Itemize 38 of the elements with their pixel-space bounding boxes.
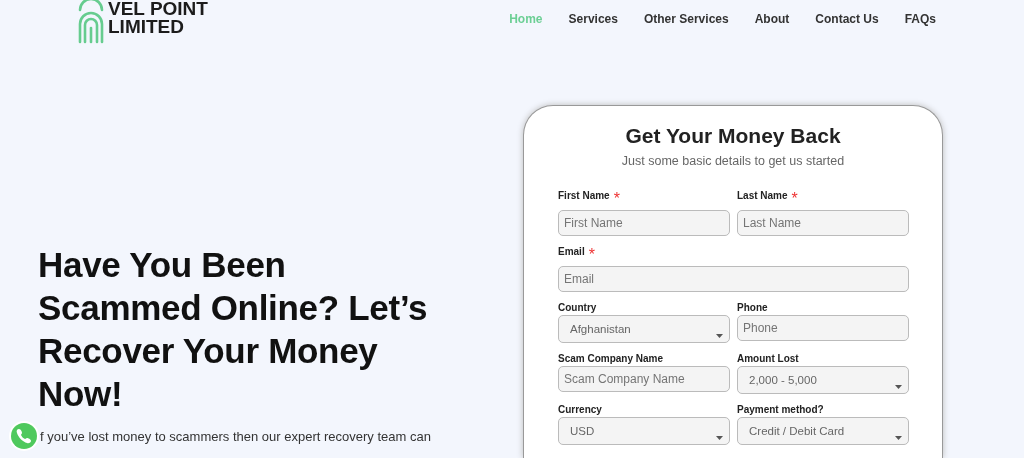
logo-text: VEL POINT — [108, 0, 208, 18]
field-label: Amount Lost — [737, 353, 800, 364]
form-subtitle: Just some basic details to get us started — [620, 154, 846, 168]
dropdown[interactable]: USD — [558, 417, 730, 445]
whatsapp-icon[interactable] — [8, 420, 40, 452]
nav-link[interactable]: FAQs — [904, 12, 936, 26]
field-label: First Name — [558, 190, 610, 203]
nav-link[interactable]: Other Services — [643, 12, 729, 26]
hero-text: f you’ve lost money to scammers then our expert recovery team can — [40, 429, 432, 444]
field-label: Country — [558, 302, 598, 313]
field-label: Last Name — [737, 190, 788, 203]
caret-icon — [895, 436, 902, 440]
nav-link[interactable]: Services — [568, 12, 618, 26]
dropdown[interactable]: 2,000 - 5,000 — [737, 366, 909, 394]
dropdown[interactable]: Credit / Debit Card — [737, 417, 909, 445]
logo-text: LIMITED — [108, 18, 185, 36]
field-label: Payment method? — [737, 404, 825, 415]
nav-link[interactable]: Contact Us — [815, 12, 879, 26]
caret-icon — [716, 436, 723, 440]
dropdown[interactable]: Afghanistan — [558, 315, 730, 343]
hero-heading: Have You Been Scammed Online? Let’s Recover Your Money Now! — [38, 244, 429, 415]
input-field[interactable]: Phone — [737, 315, 909, 341]
input-field[interactable]: First Name — [558, 210, 730, 236]
nav-link[interactable]: About — [754, 12, 790, 26]
field-label: Email — [558, 246, 585, 259]
input-field[interactable]: Email — [558, 266, 909, 292]
caret-icon — [716, 334, 723, 338]
fingerprint-icon — [78, 0, 104, 44]
field-label: Currency — [558, 404, 603, 415]
form-title: Get Your Money Back — [624, 124, 842, 148]
field-label: Phone — [737, 302, 769, 313]
required-mark: * — [588, 246, 595, 264]
input-field[interactable]: Scam Company Name — [558, 366, 730, 392]
input-field[interactable]: Last Name — [737, 210, 909, 236]
required-mark: * — [791, 190, 798, 208]
field-label: Scam Company Name — [558, 353, 665, 364]
required-mark: * — [613, 190, 620, 208]
caret-icon — [895, 385, 902, 389]
